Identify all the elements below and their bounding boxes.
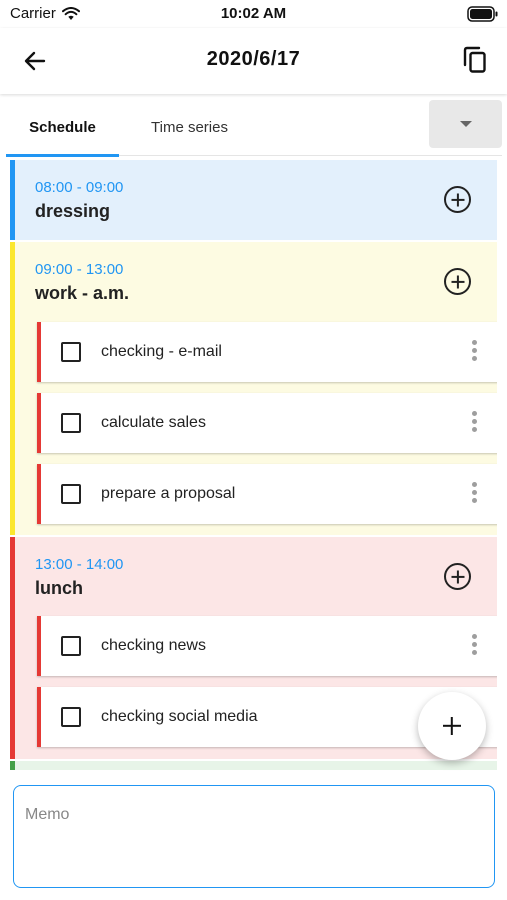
block-time: 09:00 - 13:00 — [35, 261, 124, 278]
add-task-icon[interactable] — [444, 268, 471, 295]
task-checkbox[interactable] — [61, 413, 81, 433]
task-checkbox[interactable] — [61, 636, 81, 656]
task-label: checking news — [101, 637, 206, 654]
memo-field[interactable] — [13, 785, 495, 888]
status-time: 10:02 AM — [220, 5, 287, 22]
task-label: checking social media — [101, 708, 258, 725]
task-checkbox[interactable] — [61, 484, 81, 504]
more-vert-icon[interactable] — [470, 411, 478, 437]
schedule-block-next — [10, 761, 497, 770]
page-title: 2020/6/17 — [206, 48, 301, 70]
task-label: checking - e-mail — [101, 343, 222, 360]
block-title: lunch — [35, 578, 83, 598]
block-time: 13:00 - 14:00 — [35, 556, 124, 573]
task-item[interactable]: checking news — [37, 616, 497, 676]
tab-time-series[interactable]: Time series — [132, 98, 247, 156]
task-item[interactable]: calculate sales — [37, 393, 497, 453]
task-item[interactable]: prepare a proposal — [37, 464, 497, 524]
app-bar: 2020/6/17 — [0, 28, 507, 94]
schedule-list[interactable]: 08:00 - 09:00 dressing 09:00 - 13:00 wor… — [10, 160, 497, 770]
copy-button[interactable] — [457, 42, 493, 78]
add-schedule-button[interactable] — [418, 692, 486, 760]
task-label: prepare a proposal — [101, 485, 236, 502]
block-title: work - a.m. — [35, 283, 130, 303]
tab-schedule[interactable]: Schedule — [6, 98, 119, 157]
more-vert-icon[interactable] — [470, 634, 478, 660]
block-title: dressing — [35, 201, 111, 221]
dropdown-button[interactable] — [429, 100, 502, 148]
tab-bar: Schedule Time series — [6, 98, 502, 157]
more-vert-icon[interactable] — [470, 340, 478, 366]
copy-icon — [463, 46, 486, 73]
schedule-block-work: 09:00 - 13:00 work - a.m. checking - e-m… — [10, 242, 497, 535]
task-checkbox[interactable] — [61, 342, 81, 362]
schedule-block-dressing: 08:00 - 09:00 dressing — [10, 160, 497, 240]
block-time: 08:00 - 09:00 — [35, 179, 124, 196]
add-task-icon[interactable] — [444, 186, 471, 213]
caret-down-icon — [459, 121, 472, 127]
task-label: calculate sales — [101, 414, 206, 431]
more-vert-icon[interactable] — [470, 482, 478, 508]
battery-icon — [467, 6, 498, 22]
task-checkbox[interactable] — [61, 707, 81, 727]
task-item[interactable]: checking - e-mail — [37, 322, 497, 382]
status-bar: Carrier 10:02 AM — [0, 0, 507, 28]
add-task-icon[interactable] — [444, 563, 471, 590]
